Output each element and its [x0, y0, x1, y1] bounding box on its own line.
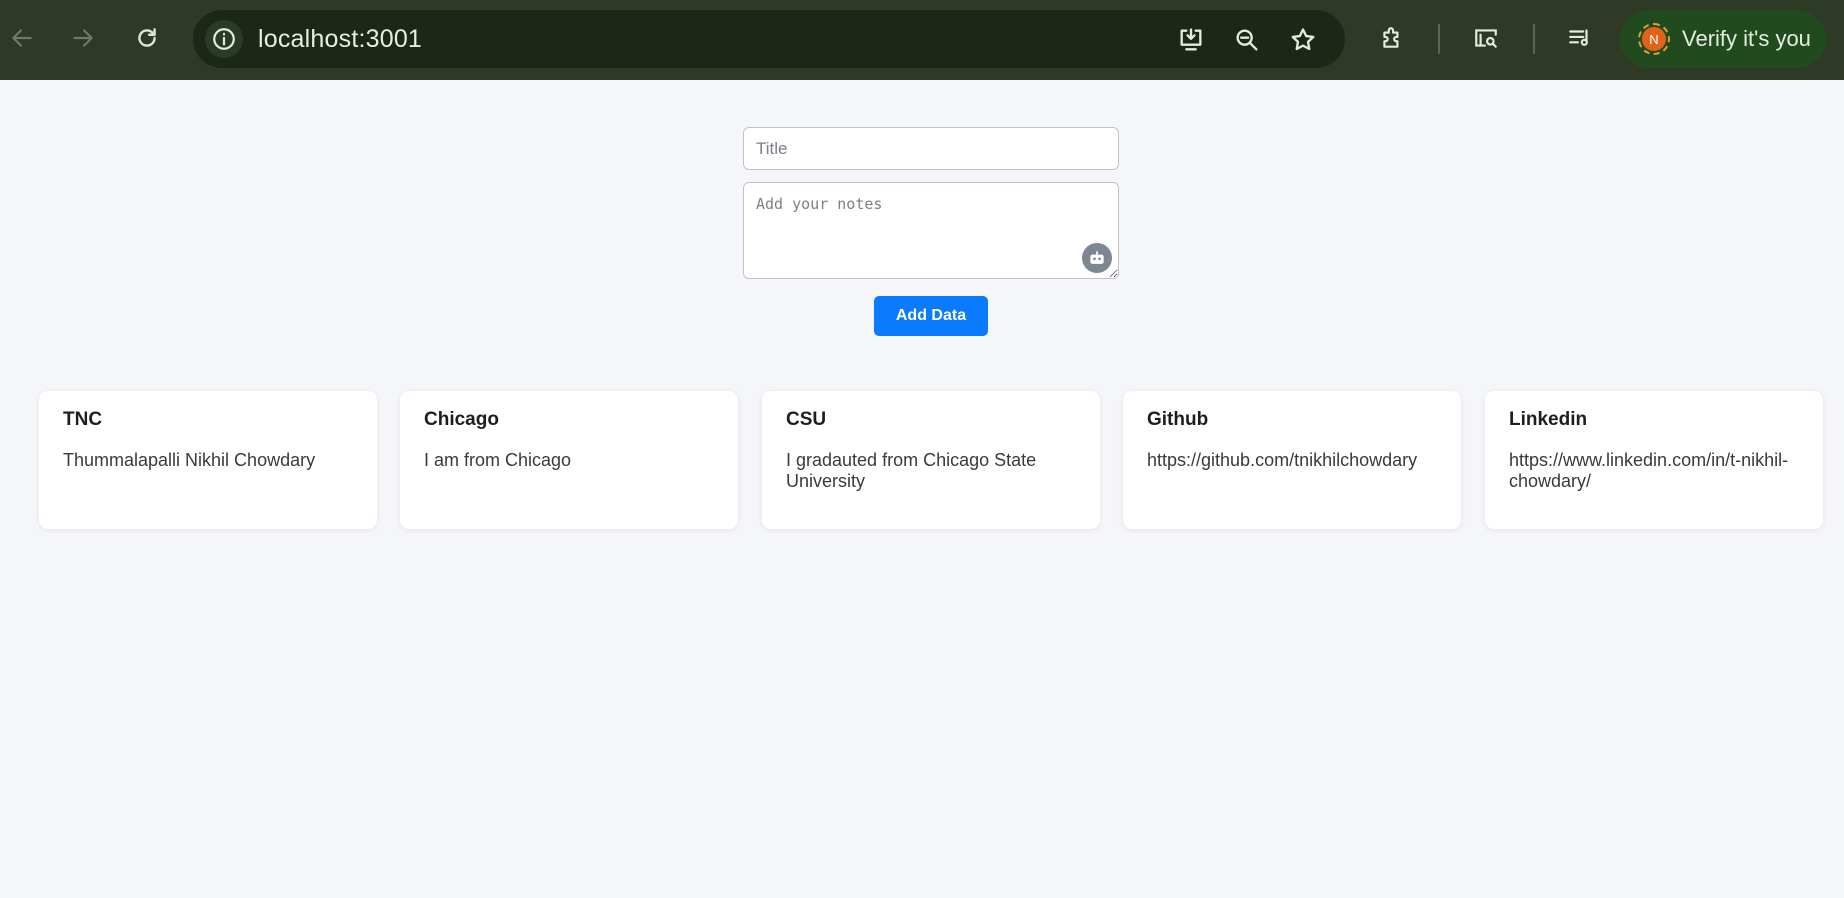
search-tab-button[interactable] — [1468, 20, 1504, 56]
note-card: Chicago I am from Chicago — [400, 391, 738, 529]
card-title: Github — [1147, 409, 1209, 430]
card-title: CSU — [786, 409, 827, 430]
media-playlist-icon — [1569, 29, 1588, 46]
avatar-initial: N — [1642, 27, 1666, 51]
title-input[interactable] — [743, 127, 1119, 170]
star-icon — [1291, 28, 1315, 51]
note-card: Github https://github.com/tnikhilchowdar… — [1123, 391, 1461, 529]
site-info-button[interactable] — [205, 20, 243, 58]
card-title: Chicago — [424, 409, 499, 430]
zoom-out-icon — [1236, 29, 1258, 51]
back-button[interactable] — [4, 20, 40, 56]
extensions-button[interactable] — [1374, 20, 1410, 56]
url-text[interactable]: localhost:3001 — [258, 25, 422, 54]
toolbar-divider — [1438, 24, 1440, 54]
reload-icon — [138, 28, 156, 47]
arrow-left-icon — [12, 29, 32, 47]
note-card: TNC Thummalapalli Nikhil Chowdary — [39, 391, 377, 529]
media-control-button[interactable] — [1562, 20, 1598, 56]
forward-button[interactable] — [65, 20, 101, 56]
card-title: Linkedin — [1509, 409, 1588, 430]
note-card: Linkedin https://www.linkedin.com/in/t-n… — [1485, 391, 1823, 529]
bookmark-button[interactable] — [1287, 24, 1319, 56]
assistant-button[interactable] — [1082, 243, 1112, 273]
address-bar[interactable]: localhost:3001 — [193, 10, 1345, 68]
reload-button[interactable] — [129, 20, 165, 56]
add-data-button[interactable]: Add Data — [874, 296, 988, 336]
card-body: I am from Chicago — [424, 449, 572, 470]
avatar: N — [1638, 23, 1670, 55]
card-body: https://www.linkedin.com/in/t-nikhil-cho… — [1509, 449, 1789, 492]
note-card: CSU I gradauted from Chicago State Unive… — [762, 391, 1100, 529]
toolbar-divider — [1533, 24, 1535, 54]
verify-identity-button[interactable]: N Verify it's you — [1620, 10, 1826, 68]
card-body: Thummalapalli Nikhil Chowdary — [63, 449, 316, 470]
install-app-button[interactable] — [1175, 24, 1207, 56]
verify-label: Verify it's you — [1682, 26, 1811, 51]
arrow-right-icon — [73, 29, 93, 47]
puzzle-icon — [1383, 27, 1399, 48]
install-app-icon — [1180, 28, 1202, 51]
notes-textarea[interactable] — [743, 182, 1119, 279]
browser-toolbar: localhost:3001 N Verify it's you — [0, 0, 1844, 80]
card-title: TNC — [63, 409, 103, 430]
card-body: I gradauted from Chicago State Universit… — [786, 449, 1037, 492]
zoom-button[interactable] — [1231, 24, 1263, 56]
info-icon — [213, 28, 235, 50]
card-body: https://github.com/tnikhilchowdary — [1147, 449, 1418, 470]
search-tab-icon — [1475, 29, 1497, 48]
robot-icon — [1090, 251, 1104, 264]
